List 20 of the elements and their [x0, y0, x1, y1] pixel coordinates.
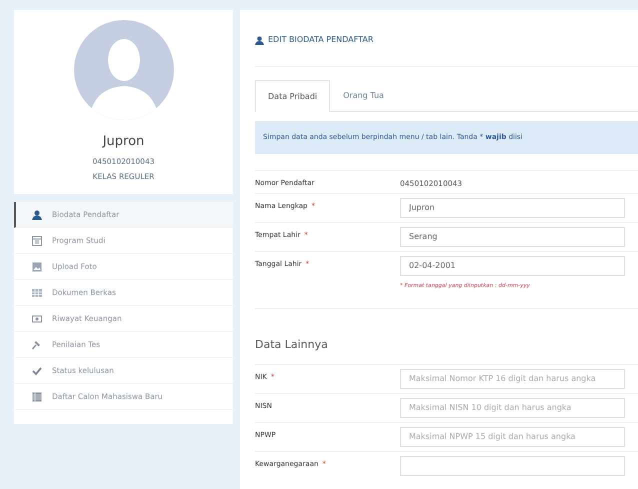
profile-name: Jupron — [102, 133, 144, 151]
grid-icon — [32, 288, 42, 298]
input-field[interactable]: Maksimal Nomor KTP 16 digit dan harus angka — [400, 368, 625, 388]
user-icon — [32, 210, 42, 220]
panel-title: EDIT BIODATA PENDAFTAR — [268, 34, 374, 46]
gavel-icon — [32, 340, 42, 350]
calendar-icon — [32, 236, 42, 246]
list-icon — [32, 392, 42, 402]
input-field[interactable]: 02-04-2001 — [400, 256, 625, 276]
money-icon — [32, 314, 42, 324]
tab[interactable]: Data Pribadi — [255, 80, 330, 112]
input-field[interactable]: Maksimal NPWP 15 digit dan harus angka — [400, 426, 625, 446]
section-title: Data Lainnya — [255, 308, 638, 364]
picture-icon — [32, 262, 42, 272]
user-icon — [255, 36, 264, 44]
check-icon — [32, 366, 42, 376]
tab[interactable]: Orang Tua — [330, 80, 397, 111]
input-field[interactable]: Maksimal NISN 10 digit dan harus angka — [400, 398, 625, 418]
input-field[interactable] — [400, 456, 625, 476]
input-field[interactable]: Serang — [400, 226, 625, 247]
